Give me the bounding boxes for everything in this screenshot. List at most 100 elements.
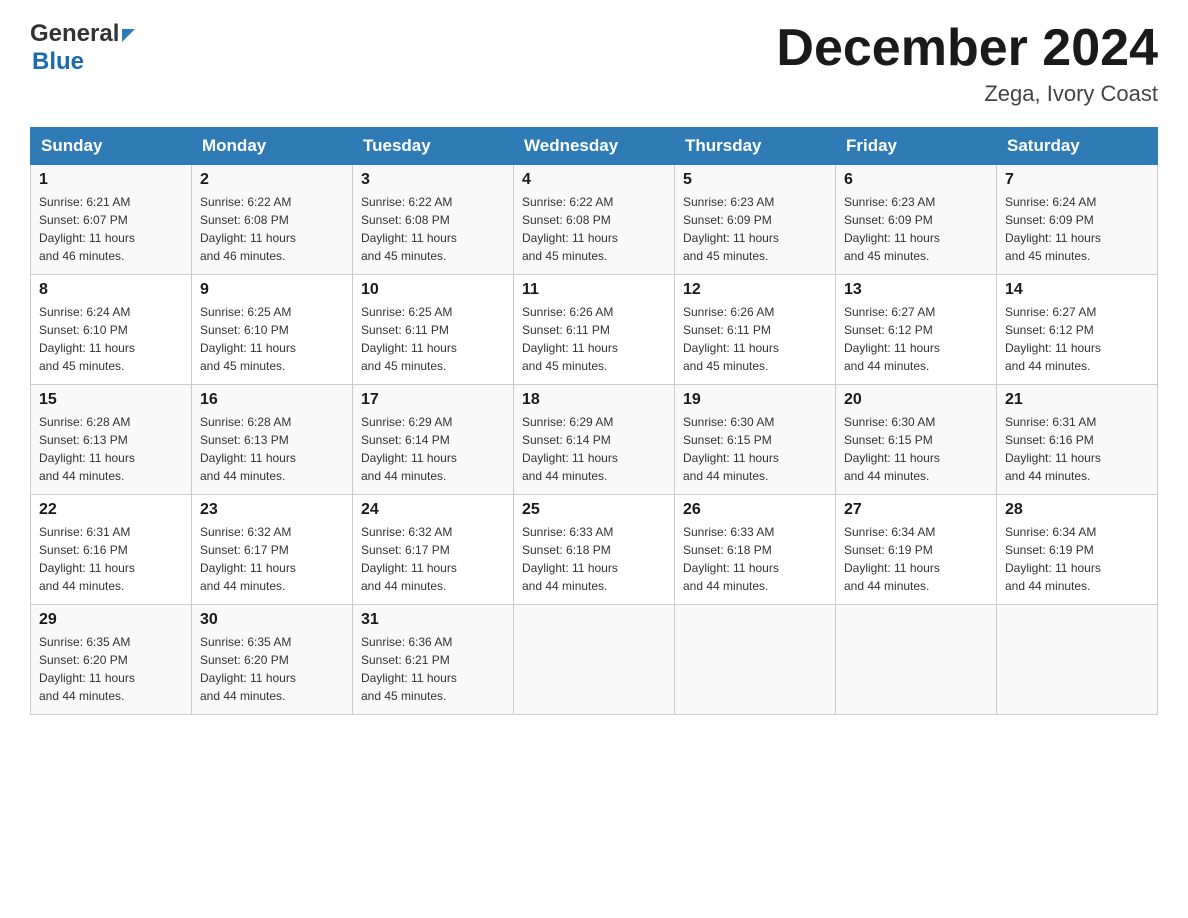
- day-number: 5: [683, 171, 827, 189]
- col-friday: Friday: [836, 128, 997, 165]
- day-info: Sunrise: 6:24 AM Sunset: 6:10 PM Dayligh…: [39, 303, 183, 375]
- day-number: 16: [200, 391, 344, 409]
- day-number: 24: [361, 501, 505, 519]
- logo-general-text: General: [30, 20, 119, 48]
- day-number: 8: [39, 281, 183, 299]
- day-number: 18: [522, 391, 666, 409]
- calendar-cell: 7 Sunrise: 6:24 AM Sunset: 6:09 PM Dayli…: [997, 165, 1158, 275]
- calendar-cell: 22 Sunrise: 6:31 AM Sunset: 6:16 PM Dayl…: [31, 495, 192, 605]
- logo: General Blue: [30, 20, 135, 76]
- calendar-cell: [514, 605, 675, 715]
- calendar-cell: 3 Sunrise: 6:22 AM Sunset: 6:08 PM Dayli…: [353, 165, 514, 275]
- calendar-cell: 9 Sunrise: 6:25 AM Sunset: 6:10 PM Dayli…: [192, 275, 353, 385]
- day-number: 31: [361, 611, 505, 629]
- day-info: Sunrise: 6:22 AM Sunset: 6:08 PM Dayligh…: [200, 193, 344, 265]
- day-number: 10: [361, 281, 505, 299]
- calendar-cell: 13 Sunrise: 6:27 AM Sunset: 6:12 PM Dayl…: [836, 275, 997, 385]
- day-number: 19: [683, 391, 827, 409]
- calendar-cell: 24 Sunrise: 6:32 AM Sunset: 6:17 PM Dayl…: [353, 495, 514, 605]
- calendar-cell: 20 Sunrise: 6:30 AM Sunset: 6:15 PM Dayl…: [836, 385, 997, 495]
- day-info: Sunrise: 6:33 AM Sunset: 6:18 PM Dayligh…: [683, 523, 827, 595]
- calendar-cell: 6 Sunrise: 6:23 AM Sunset: 6:09 PM Dayli…: [836, 165, 997, 275]
- day-number: 1: [39, 171, 183, 189]
- calendar-week-1: 1 Sunrise: 6:21 AM Sunset: 6:07 PM Dayli…: [31, 165, 1158, 275]
- day-info: Sunrise: 6:23 AM Sunset: 6:09 PM Dayligh…: [683, 193, 827, 265]
- day-number: 7: [1005, 171, 1149, 189]
- day-info: Sunrise: 6:29 AM Sunset: 6:14 PM Dayligh…: [522, 413, 666, 485]
- day-info: Sunrise: 6:28 AM Sunset: 6:13 PM Dayligh…: [39, 413, 183, 485]
- day-info: Sunrise: 6:35 AM Sunset: 6:20 PM Dayligh…: [39, 633, 183, 705]
- day-info: Sunrise: 6:22 AM Sunset: 6:08 PM Dayligh…: [522, 193, 666, 265]
- month-title: December 2024: [776, 20, 1158, 77]
- calendar-week-3: 15 Sunrise: 6:28 AM Sunset: 6:13 PM Dayl…: [31, 385, 1158, 495]
- calendar-cell: 19 Sunrise: 6:30 AM Sunset: 6:15 PM Dayl…: [675, 385, 836, 495]
- day-info: Sunrise: 6:31 AM Sunset: 6:16 PM Dayligh…: [1005, 413, 1149, 485]
- calendar-cell: 30 Sunrise: 6:35 AM Sunset: 6:20 PM Dayl…: [192, 605, 353, 715]
- calendar-cell: 28 Sunrise: 6:34 AM Sunset: 6:19 PM Dayl…: [997, 495, 1158, 605]
- calendar-cell: 4 Sunrise: 6:22 AM Sunset: 6:08 PM Dayli…: [514, 165, 675, 275]
- calendar-cell: [836, 605, 997, 715]
- calendar-table: Sunday Monday Tuesday Wednesday Thursday…: [30, 127, 1158, 715]
- day-number: 21: [1005, 391, 1149, 409]
- calendar-week-5: 29 Sunrise: 6:35 AM Sunset: 6:20 PM Dayl…: [31, 605, 1158, 715]
- day-number: 9: [200, 281, 344, 299]
- calendar-cell: 12 Sunrise: 6:26 AM Sunset: 6:11 PM Dayl…: [675, 275, 836, 385]
- day-info: Sunrise: 6:36 AM Sunset: 6:21 PM Dayligh…: [361, 633, 505, 705]
- col-wednesday: Wednesday: [514, 128, 675, 165]
- day-number: 4: [522, 171, 666, 189]
- col-tuesday: Tuesday: [353, 128, 514, 165]
- day-info: Sunrise: 6:28 AM Sunset: 6:13 PM Dayligh…: [200, 413, 344, 485]
- calendar-cell: 25 Sunrise: 6:33 AM Sunset: 6:18 PM Dayl…: [514, 495, 675, 605]
- day-number: 29: [39, 611, 183, 629]
- calendar-cell: 31 Sunrise: 6:36 AM Sunset: 6:21 PM Dayl…: [353, 605, 514, 715]
- day-info: Sunrise: 6:32 AM Sunset: 6:17 PM Dayligh…: [200, 523, 344, 595]
- day-info: Sunrise: 6:25 AM Sunset: 6:10 PM Dayligh…: [200, 303, 344, 375]
- day-info: Sunrise: 6:35 AM Sunset: 6:20 PM Dayligh…: [200, 633, 344, 705]
- day-number: 30: [200, 611, 344, 629]
- day-info: Sunrise: 6:21 AM Sunset: 6:07 PM Dayligh…: [39, 193, 183, 265]
- col-monday: Monday: [192, 128, 353, 165]
- day-info: Sunrise: 6:27 AM Sunset: 6:12 PM Dayligh…: [844, 303, 988, 375]
- day-info: Sunrise: 6:24 AM Sunset: 6:09 PM Dayligh…: [1005, 193, 1149, 265]
- calendar-cell: 2 Sunrise: 6:22 AM Sunset: 6:08 PM Dayli…: [192, 165, 353, 275]
- calendar-cell: 17 Sunrise: 6:29 AM Sunset: 6:14 PM Dayl…: [353, 385, 514, 495]
- calendar-cell: 10 Sunrise: 6:25 AM Sunset: 6:11 PM Dayl…: [353, 275, 514, 385]
- day-number: 14: [1005, 281, 1149, 299]
- calendar-cell: 11 Sunrise: 6:26 AM Sunset: 6:11 PM Dayl…: [514, 275, 675, 385]
- day-info: Sunrise: 6:25 AM Sunset: 6:11 PM Dayligh…: [361, 303, 505, 375]
- day-number: 11: [522, 281, 666, 299]
- col-saturday: Saturday: [997, 128, 1158, 165]
- day-info: Sunrise: 6:29 AM Sunset: 6:14 PM Dayligh…: [361, 413, 505, 485]
- calendar-cell: 27 Sunrise: 6:34 AM Sunset: 6:19 PM Dayl…: [836, 495, 997, 605]
- calendar-cell: 14 Sunrise: 6:27 AM Sunset: 6:12 PM Dayl…: [997, 275, 1158, 385]
- day-info: Sunrise: 6:23 AM Sunset: 6:09 PM Dayligh…: [844, 193, 988, 265]
- day-info: Sunrise: 6:26 AM Sunset: 6:11 PM Dayligh…: [522, 303, 666, 375]
- day-info: Sunrise: 6:26 AM Sunset: 6:11 PM Dayligh…: [683, 303, 827, 375]
- day-number: 3: [361, 171, 505, 189]
- calendar-week-4: 22 Sunrise: 6:31 AM Sunset: 6:16 PM Dayl…: [31, 495, 1158, 605]
- calendar-cell: 8 Sunrise: 6:24 AM Sunset: 6:10 PM Dayli…: [31, 275, 192, 385]
- calendar-cell: 18 Sunrise: 6:29 AM Sunset: 6:14 PM Dayl…: [514, 385, 675, 495]
- day-info: Sunrise: 6:31 AM Sunset: 6:16 PM Dayligh…: [39, 523, 183, 595]
- day-info: Sunrise: 6:27 AM Sunset: 6:12 PM Dayligh…: [1005, 303, 1149, 375]
- calendar-week-2: 8 Sunrise: 6:24 AM Sunset: 6:10 PM Dayli…: [31, 275, 1158, 385]
- calendar-cell: [997, 605, 1158, 715]
- header-row: Sunday Monday Tuesday Wednesday Thursday…: [31, 128, 1158, 165]
- day-number: 28: [1005, 501, 1149, 519]
- day-number: 22: [39, 501, 183, 519]
- day-number: 25: [522, 501, 666, 519]
- calendar-cell: 29 Sunrise: 6:35 AM Sunset: 6:20 PM Dayl…: [31, 605, 192, 715]
- day-number: 12: [683, 281, 827, 299]
- logo-blue-text: Blue: [32, 48, 84, 76]
- calendar-cell: 23 Sunrise: 6:32 AM Sunset: 6:17 PM Dayl…: [192, 495, 353, 605]
- calendar-cell: 5 Sunrise: 6:23 AM Sunset: 6:09 PM Dayli…: [675, 165, 836, 275]
- day-number: 17: [361, 391, 505, 409]
- calendar-cell: 15 Sunrise: 6:28 AM Sunset: 6:13 PM Dayl…: [31, 385, 192, 495]
- title-section: December 2024 Zega, Ivory Coast: [776, 20, 1158, 107]
- day-info: Sunrise: 6:30 AM Sunset: 6:15 PM Dayligh…: [844, 413, 988, 485]
- calendar-cell: 21 Sunrise: 6:31 AM Sunset: 6:16 PM Dayl…: [997, 385, 1158, 495]
- day-info: Sunrise: 6:32 AM Sunset: 6:17 PM Dayligh…: [361, 523, 505, 595]
- day-number: 27: [844, 501, 988, 519]
- day-info: Sunrise: 6:34 AM Sunset: 6:19 PM Dayligh…: [844, 523, 988, 595]
- calendar-cell: 16 Sunrise: 6:28 AM Sunset: 6:13 PM Dayl…: [192, 385, 353, 495]
